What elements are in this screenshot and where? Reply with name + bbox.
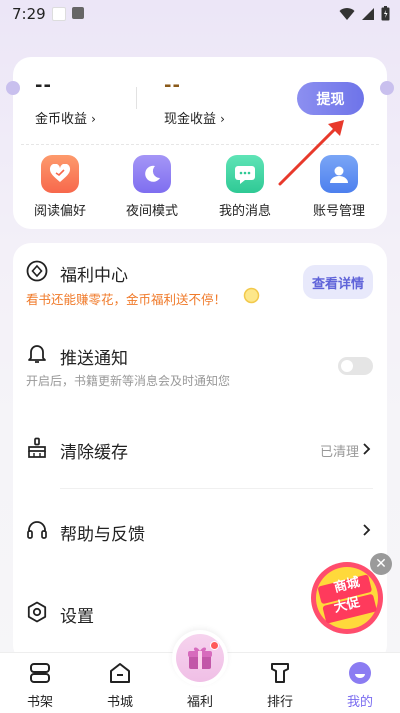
welfare-subtitle: 看书还能赚零花，金币福利送不停！ [26,292,227,307]
cash-earnings-label: 现金收益 [164,112,217,127]
promo-close-icon[interactable]: ✕ [370,553,392,575]
message-icon [226,155,264,193]
bookstore-icon [110,663,130,683]
notification-icon [52,7,66,21]
tab-label: 排行 [266,695,293,710]
chevron-right-icon [363,443,371,455]
quick-label: 阅读偏好 [33,204,86,219]
tab-label: 书架 [26,695,53,710]
bell-icon [28,345,46,363]
welfare-title: 福利中心 [60,266,128,286]
gear-icon [27,601,47,623]
welfare-diamond-icon [26,260,48,282]
notification-dot [210,641,219,650]
status-bar: 7:29 [0,0,400,28]
cash-chevron-icon: › [220,112,225,126]
heart-icon [41,155,79,193]
help-title: 帮助与反馈 [60,525,145,545]
card-notch-left [6,81,20,95]
push-title: 推送通知 [60,349,128,369]
broom-icon [28,437,46,458]
quick-label: 夜间模式 [125,204,178,219]
chevron-right-icon [363,524,371,536]
tab-bookshelf[interactable]: 书架 [0,653,80,713]
tab-label-active: 我的 [346,695,373,710]
status-time: 7:29 [12,5,46,23]
earnings-divider [136,87,137,109]
quick-reading-preference[interactable]: 阅读偏好 [20,155,100,219]
tab-label: 福利 [186,695,213,710]
push-subtitle: 开启后，书籍更新等消息会及时通知您 [26,374,231,388]
push-notification-row: 推送通知 开启后，书籍更新等消息会及时通知您 [13,321,387,413]
coin-earnings[interactable]: -- 金币收益 › [35,75,96,127]
view-details-button[interactable]: 查看详情 [303,265,373,299]
tab-ranking[interactable]: 排行 [240,653,320,713]
clear-cache-row[interactable]: 清除缓存 已清理 [13,413,387,487]
battery-icon [381,6,390,21]
welfare-center-row[interactable]: 福利中心 看书还能赚零花，金币福利送不停！ 查看详情 [13,243,387,321]
quick-label: 账号管理 [312,204,365,219]
tab-label: 书城 [106,695,133,710]
cache-status: 已清理 [320,445,360,460]
moon-icon [133,155,171,193]
ranking-icon [271,663,289,683]
status-icons [339,6,390,21]
toggle-knob [341,360,353,372]
settings-title: 设置 [60,607,94,627]
welfare-tab-bubble[interactable] [172,630,228,686]
push-toggle[interactable] [338,357,373,375]
gift-icon [188,647,212,669]
coin-icon [243,287,260,304]
headset-icon [27,521,47,539]
annotation-arrow-icon [278,120,344,186]
app-notification-icon [72,7,84,19]
signal-icon [362,7,374,20]
coin-earnings-value: -- [35,75,52,96]
tab-profile[interactable]: 我的 [320,653,400,713]
cache-title: 清除缓存 [60,443,128,463]
bookshelf-icon [30,663,50,683]
cash-earnings-value: -- [164,75,181,96]
wifi-icon [339,7,355,20]
coin-chevron-icon: › [91,112,96,126]
profile-icon [349,662,371,684]
coin-earnings-label: 金币收益 [35,112,88,127]
quick-label: 我的消息 [218,204,271,219]
card-notch-right [380,81,394,95]
cash-earnings[interactable]: -- 现金收益 › [164,75,225,127]
quick-night-mode[interactable]: 夜间模式 [112,155,192,219]
help-feedback-row[interactable]: 帮助与反馈 [13,489,387,571]
tab-bookstore[interactable]: 书城 [80,653,160,713]
